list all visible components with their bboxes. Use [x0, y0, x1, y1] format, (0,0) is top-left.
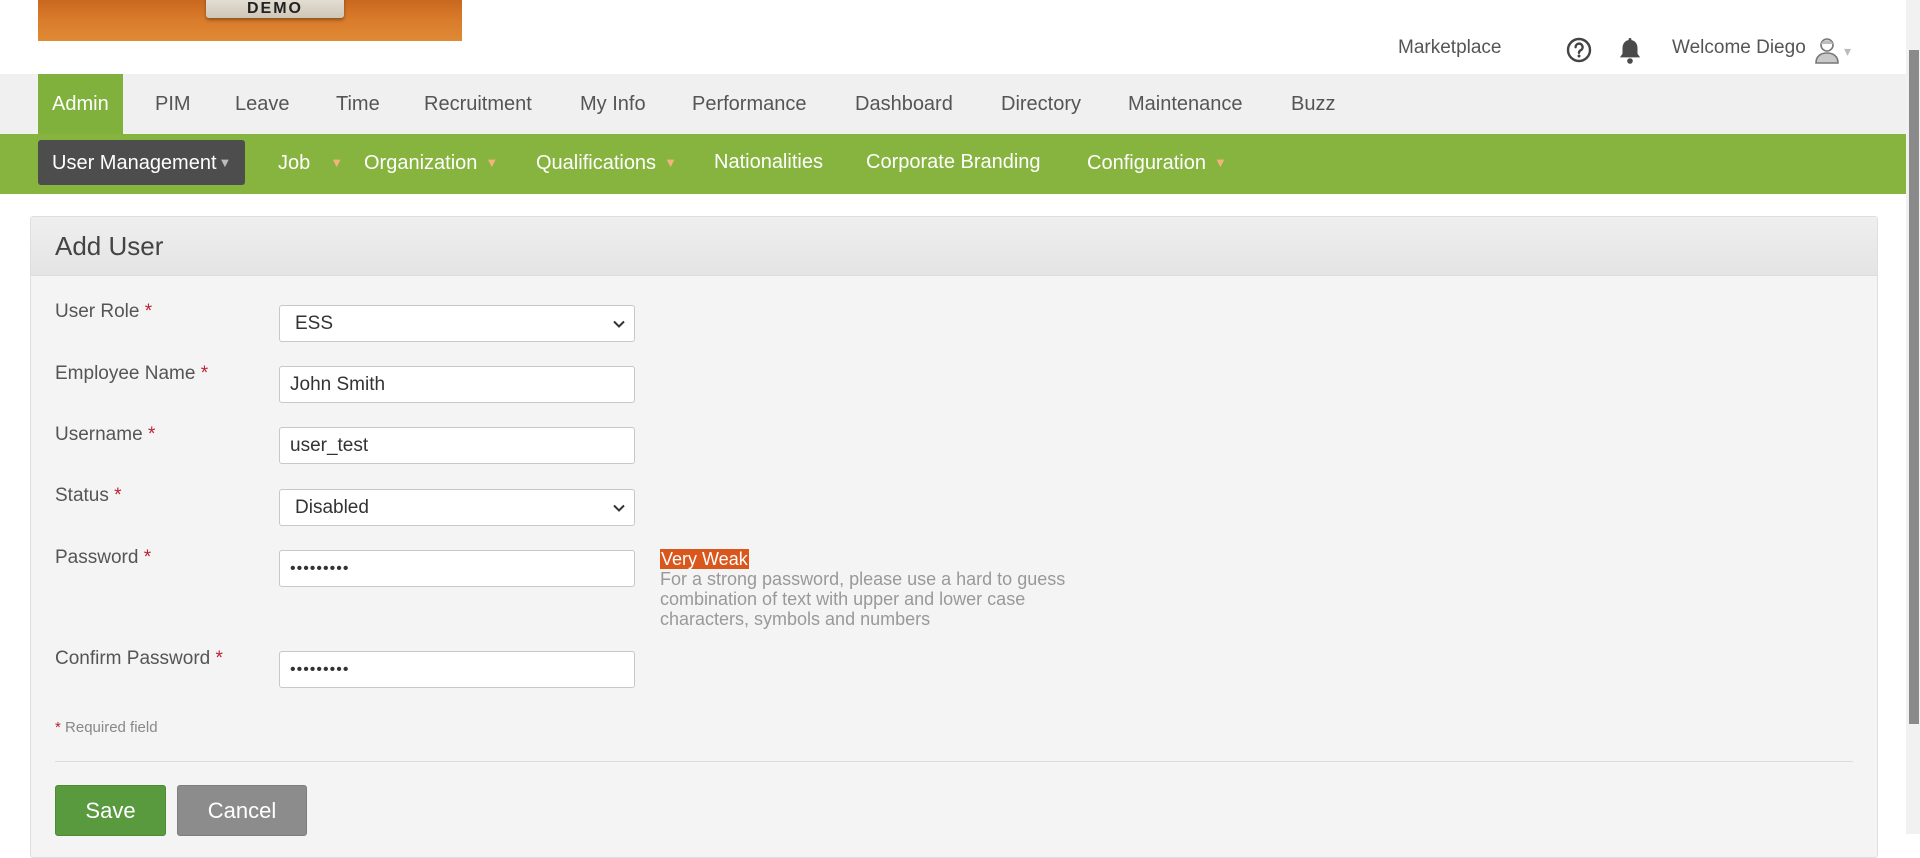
- logo-tile: DEMO: [206, 0, 344, 18]
- submenu-corporate-branding[interactable]: Corporate Branding: [866, 140, 1041, 185]
- dropdown-caret-icon: ▼: [330, 155, 344, 170]
- status-label-text: Status: [55, 485, 109, 506]
- help-icon[interactable]: [1566, 37, 1592, 63]
- user-menu-caret-icon[interactable]: ▾: [1844, 43, 1851, 60]
- dropdown-caret-icon: ▼: [485, 155, 499, 170]
- page-title: Add User: [55, 231, 164, 261]
- menu-leave[interactable]: Leave: [221, 74, 304, 134]
- dropdown-caret-icon: ▼: [664, 155, 677, 170]
- menu-buzz[interactable]: Buzz: [1277, 74, 1349, 134]
- menu-performance[interactable]: Performance: [678, 74, 821, 134]
- admin-sub-menu: User Management ▼ Job ▼ Organization ▼ Qual…: [0, 134, 1906, 194]
- password-hint: For a strong password, please use a hard…: [660, 569, 1066, 629]
- submenu-qualifications[interactable]: Qualifications ▼: [536, 140, 677, 185]
- menu-recruitment[interactable]: Recruitment: [410, 74, 546, 134]
- password-label-text: Password: [55, 547, 139, 568]
- submenu-corporate-branding-label: Corporate Branding: [866, 151, 1041, 173]
- menu-my-info[interactable]: My Info: [566, 74, 660, 134]
- notifications-bell-icon[interactable]: [1617, 37, 1643, 65]
- menu-directory[interactable]: Directory: [987, 74, 1095, 134]
- confirm-password-value: •••••••••: [290, 661, 350, 678]
- submenu-qualifications-label: Qualifications: [536, 152, 657, 174]
- required-marker: *: [215, 648, 223, 669]
- menu-pim[interactable]: PIM: [141, 74, 205, 134]
- menu-time[interactable]: Time: [322, 74, 394, 134]
- user-role-select[interactable]: ESS: [279, 305, 635, 342]
- username-input[interactable]: user_test: [279, 427, 635, 464]
- panel-header: Add User: [31, 217, 1877, 276]
- username-label: Username *: [55, 424, 155, 446]
- username-value: user_test: [290, 435, 369, 456]
- employee-name-input[interactable]: John Smith: [279, 366, 635, 403]
- submenu-organization[interactable]: Organization ▼: [364, 140, 498, 185]
- main-menu: Admin PIM Leave Time Recruitment My Info…: [0, 74, 1906, 134]
- marketplace-link[interactable]: Marketplace: [1398, 37, 1502, 65]
- required-marker: *: [114, 485, 122, 506]
- submenu-nationalities-label: Nationalities: [714, 151, 823, 173]
- scrollbar-thumb[interactable]: [1909, 50, 1919, 724]
- required-marker: *: [55, 719, 61, 736]
- form-divider: [55, 761, 1853, 762]
- user-role-value: ESS: [295, 313, 334, 334]
- confirm-password-label: Confirm Password *: [55, 648, 223, 670]
- save-button[interactable]: Save: [55, 785, 166, 836]
- submenu-job[interactable]: Job ▼: [278, 140, 343, 185]
- password-input[interactable]: •••••••••: [279, 550, 635, 587]
- submenu-configuration-label: Configuration: [1087, 152, 1206, 174]
- chevron-down-icon: [613, 320, 625, 328]
- password-label: Password *: [55, 547, 151, 569]
- company-logo: DEMO: [38, 0, 462, 41]
- submenu-configuration[interactable]: Configuration ▼: [1087, 140, 1227, 185]
- confirm-password-label-text: Confirm Password: [55, 648, 211, 669]
- submenu-user-management-label: User Management: [52, 152, 217, 174]
- add-user-panel: Add User User Role * ESS Employee Name *…: [30, 216, 1878, 858]
- employee-name-label: Employee Name *: [55, 363, 208, 385]
- required-note-text: Required field: [65, 719, 158, 736]
- menu-admin[interactable]: Admin: [38, 74, 123, 134]
- confirm-password-input[interactable]: •••••••••: [279, 651, 635, 688]
- dropdown-caret-icon: ▼: [1213, 155, 1227, 170]
- required-marker: *: [144, 301, 153, 322]
- status-label: Status *: [55, 485, 122, 507]
- menu-maintenance[interactable]: Maintenance: [1114, 74, 1257, 134]
- required-marker: *: [147, 424, 156, 445]
- user-role-label: User Role *: [55, 301, 152, 323]
- user-role-label-text: User Role: [55, 301, 140, 322]
- username-label-text: Username: [55, 424, 143, 445]
- menu-dashboard[interactable]: Dashboard: [841, 74, 967, 134]
- submenu-job-label: Job: [278, 152, 311, 174]
- welcome-user-menu[interactable]: Welcome Diego: [1672, 37, 1806, 65]
- dropdown-caret-icon: ▼: [218, 155, 232, 170]
- required-marker: *: [143, 547, 152, 568]
- submenu-organization-label: Organization: [364, 152, 478, 174]
- user-avatar-icon[interactable]: [1814, 36, 1840, 64]
- submenu-user-management[interactable]: User Management ▼: [38, 140, 246, 185]
- employee-name-value: John Smith: [290, 374, 386, 395]
- required-marker: *: [200, 363, 209, 384]
- status-select[interactable]: Disabled: [279, 489, 635, 526]
- password-strength-badge: Very Weak: [660, 549, 749, 569]
- chevron-down-icon: [613, 504, 625, 512]
- required-field-note: * Required field: [55, 719, 158, 736]
- password-value: •••••••••: [290, 560, 350, 577]
- cancel-button[interactable]: Cancel: [177, 785, 307, 836]
- employee-name-label-text: Employee Name: [55, 363, 196, 384]
- status-value: Disabled: [295, 497, 369, 518]
- submenu-nationalities[interactable]: Nationalities: [714, 140, 823, 185]
